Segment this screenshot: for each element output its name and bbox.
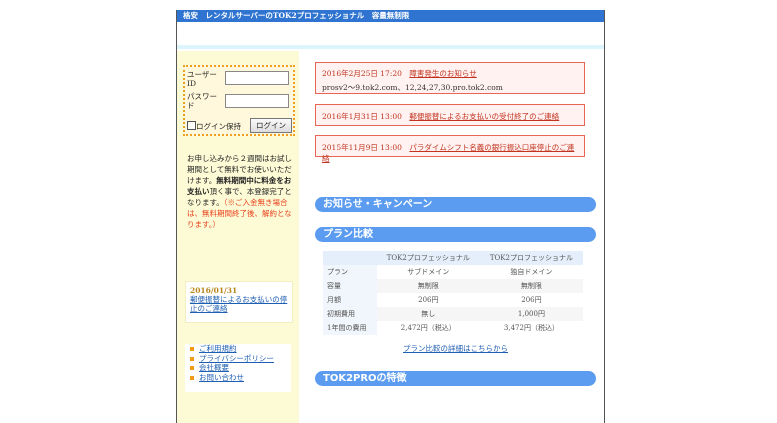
intro-text: お申し込みから２週間はお試し期間として無料でお使いいただけます。無料期間中に料金… — [187, 153, 293, 230]
table-row: プラン サブドメイン 独自ドメイン — [323, 265, 583, 279]
side-news-box: 2016/01/31 郵便振替によるお支払いの停止のご連絡 — [185, 281, 293, 323]
company-link[interactable]: 会社概要 — [185, 363, 291, 373]
row-label: 初期費用 — [323, 307, 377, 321]
table-row: 1年間の費用 2,472円（税込） 3,472円（税込） — [323, 321, 583, 335]
login-box: ユーザーID パスワード ログイン保持 ログイン — [183, 65, 295, 136]
table-row: 月額 206円 206円 — [323, 293, 583, 307]
row-label: 月額 — [323, 293, 377, 307]
contact-link[interactable]: お問い合わせ — [185, 373, 291, 383]
notice-2-date: 2016年1月31日 13:00 — [322, 112, 402, 121]
features-header: TOK2PROの特徴 — [315, 371, 596, 386]
plan-header-1: TOK2プロフェッショナル — [376, 251, 480, 265]
plan-detail-link[interactable]: プラン比較の詳細はこちらから — [403, 343, 508, 354]
page-frame: 格安 レンタルサーバーのTOK2プロフェッショナル 容量無制限 ユーザーID パ… — [176, 10, 605, 423]
notice-1: 2016年2月25日 17:20 障害発生のお知らせ prosv2～9.tok2… — [315, 62, 585, 94]
side-news-date: 2016/01/31 — [190, 286, 238, 295]
cell: 無し — [376, 307, 480, 321]
keep-login-label: ログイン保持 — [196, 122, 241, 131]
row-label: 容量 — [323, 279, 377, 293]
notice-2: 2016年1月31日 13:00 郵便振替によるお支払いの受付終了のご連絡 — [315, 104, 585, 126]
notice-1-link[interactable]: 障害発生のお知らせ — [409, 69, 476, 78]
password-label: パスワード — [187, 92, 217, 110]
user-id-label: ユーザーID — [187, 70, 217, 88]
notice-3-date: 2015年11月9日 13:00 — [322, 143, 402, 152]
cell: サブドメイン — [407, 268, 450, 276]
site-title-bar: 格安 レンタルサーバーのTOK2プロフェッショナル 容量無制限 — [177, 10, 604, 22]
cell: 無制限 — [479, 279, 583, 293]
terms-link[interactable]: ご利用規約 — [185, 344, 291, 354]
news-campaign-header: お知らせ・キャンペーン — [315, 197, 596, 212]
plan-table: TOK2プロフェッショナル TOK2プロフェッショナル プラン サブドメイン 独… — [323, 251, 583, 335]
sidebar: ユーザーID パスワード ログイン保持 ログイン お申し込みから２週間はお試し期… — [177, 51, 299, 423]
privacy-policy-link[interactable]: プライバシーポリシー — [185, 354, 291, 364]
plan-header-2: TOK2プロフェッショナル — [479, 251, 583, 265]
table-row: 初期費用 無し 1,000円 — [323, 307, 583, 321]
cell: 2,472円（税込） — [400, 324, 456, 332]
password-input[interactable] — [225, 94, 289, 108]
side-news-link[interactable]: 郵便振替によるお支払いの停止のご連絡 — [190, 295, 288, 313]
notice-3: 2015年11月9日 13:00 パラダイムシフト名義の銀行振込口座停止のご連絡 — [315, 135, 585, 163]
cell: 1,000円 — [479, 307, 583, 321]
keep-login-checkbox[interactable] — [187, 121, 196, 130]
side-links: ご利用規約 プライバシーポリシー 会社概要 お問い合わせ — [185, 344, 291, 392]
plan-compare-header: プラン比較 — [315, 227, 596, 242]
user-id-input[interactable] — [225, 71, 289, 85]
cell: 206円 — [418, 296, 439, 304]
notice-1-sub: prosv2～9.tok2.com、12,24,27,30.pro.tok2.c… — [322, 83, 503, 92]
row-label: 1年間の費用 — [323, 321, 377, 335]
cell: 206円 — [521, 296, 542, 304]
cell: 無制限 — [376, 279, 480, 293]
notice-2-link[interactable]: 郵便振替によるお支払いの受付終了のご連絡 — [409, 112, 559, 121]
cell: 独自ドメイン — [510, 268, 553, 276]
plan-header-blank — [323, 251, 377, 265]
login-button[interactable]: ログイン — [250, 118, 292, 133]
header-divider — [177, 45, 604, 49]
cell: 3,472円（税込） — [503, 324, 559, 332]
row-label: プラン — [323, 265, 377, 279]
table-row: 容量 無制限 無制限 — [323, 279, 583, 293]
notice-1-date: 2016年2月25日 17:20 — [322, 69, 402, 78]
